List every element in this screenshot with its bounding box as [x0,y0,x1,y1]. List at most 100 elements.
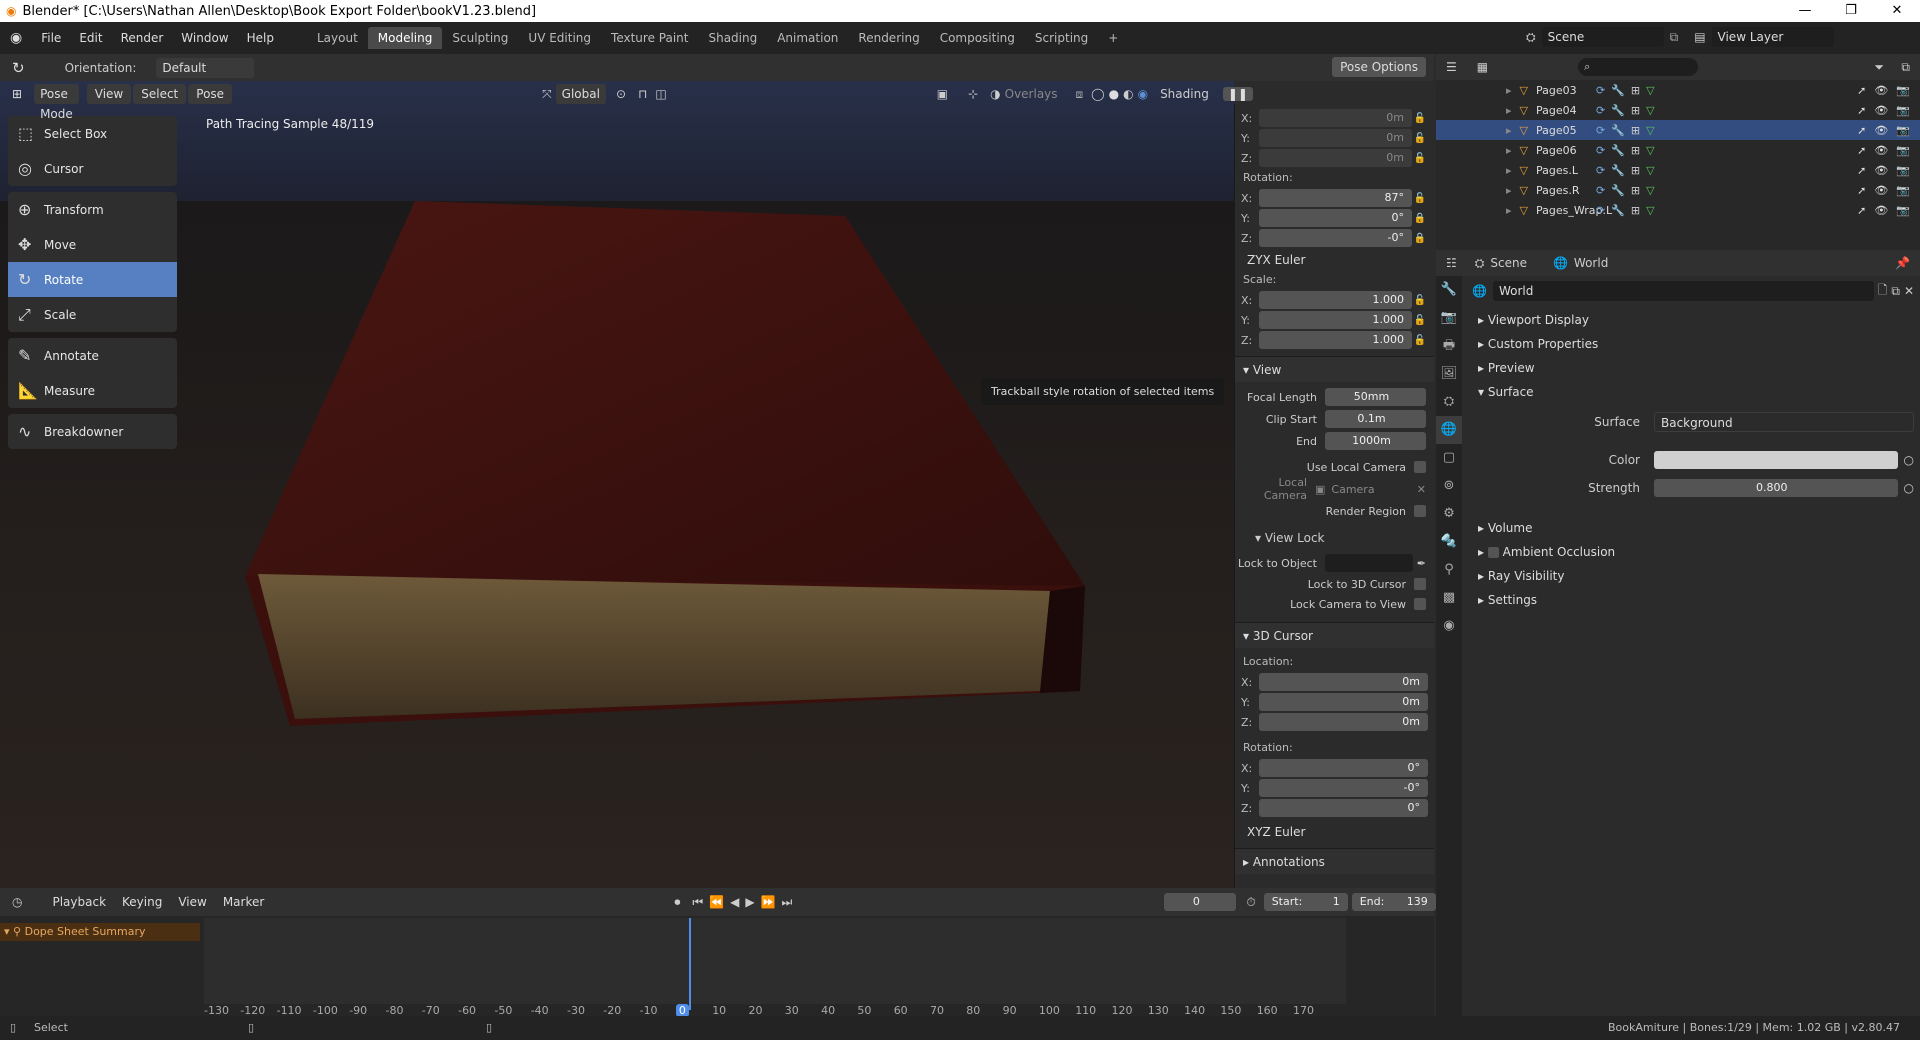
outliner-row[interactable]: ▸ ▽ Page03 ⟳ 🔧 ⊞ ▽ ➚ 👁 📷 [1436,80,1920,100]
ambient-occlusion-section[interactable]: ▸ Ambient Occlusion [1468,540,1914,564]
menu-select[interactable]: Select [133,84,187,104]
cursor-rotation-x[interactable]: 0° [1259,759,1428,777]
dope-sheet-summary-row[interactable]: ▾ ⚲ Dope Sheet Summary [0,923,200,941]
render-tab-icon[interactable]: 📷 [1436,304,1462,332]
cursor-location-y[interactable]: 0m [1259,693,1428,711]
xray-icon[interactable]: ⧈ [1076,87,1084,102]
display-mode-icon[interactable]: ▦ [1477,60,1488,74]
playback-menu[interactable]: Playback [44,892,114,912]
tab-modeling[interactable]: Modeling [367,27,443,49]
scale-x-field[interactable]: 1.000 [1259,291,1412,309]
settings-section[interactable]: ▸ Settings [1468,588,1914,612]
lock-icon[interactable]: 🔓 [1412,295,1428,306]
tool-tab-icon[interactable]: 🔧 [1436,276,1462,304]
blender-menu-icon[interactable]: ◉ [0,30,32,46]
fake-user-icon[interactable]: 🗋 [1878,281,1888,302]
tab-texture-paint[interactable]: Texture Paint [601,27,698,49]
cursor-tool[interactable]: ◎ Cursor [8,151,177,186]
pin-icon[interactable]: 📌 [1895,256,1910,270]
orientation-dropdown[interactable]: Default [156,57,255,78]
tab-compositing[interactable]: Compositing [930,27,1025,49]
viewport-display-section[interactable]: ▸ Viewport Display [1468,308,1914,332]
tab-layout[interactable]: Layout [307,27,368,49]
jump-end-icon[interactable]: ⏭ [782,895,793,910]
render-camera-icon[interactable]: 📷 [1896,164,1910,177]
wireframe-shading-icon[interactable]: ◯ [1091,87,1104,101]
world-tab-icon[interactable]: 🌐 [1436,416,1462,444]
minimize-button[interactable]: — [1782,0,1828,22]
snap-icon[interactable]: ⊓ [638,87,647,101]
location-y-field[interactable]: 0m [1259,129,1412,147]
tab-sculpting[interactable]: Sculpting [442,27,518,49]
outliner-search-input[interactable]: ⌕ [1578,58,1699,76]
transform-orientation-dropdown[interactable]: Global [555,84,606,104]
cursor-rotation-z[interactable]: 0° [1259,799,1428,817]
duplicate-icon[interactable]: ⧉ [1891,284,1900,299]
jump-start-icon[interactable]: ⏮ [692,895,703,910]
current-frame-field[interactable]: 0 [1164,893,1237,911]
ambient-occlusion-checkbox[interactable] [1487,547,1499,558]
select-box-tool[interactable]: ⬚ Select Box [8,116,177,151]
select-icon[interactable]: ➚ [1857,104,1866,117]
pivot-icon[interactable]: ⊙ [616,87,626,101]
select-icon[interactable]: ➚ [1857,164,1866,177]
strength-field[interactable]: 0.800 [1654,479,1898,497]
location-x-field[interactable]: 0m [1259,109,1412,127]
surface-section[interactable]: ▾ Surface [1468,380,1914,404]
pose-options-button[interactable]: Pose Options [1332,57,1426,77]
lock-icon[interactable]: 🔒 [1412,213,1428,224]
menu-file[interactable]: File [32,31,70,45]
output-tab-icon[interactable]: 🖶 [1436,332,1462,360]
select-icon[interactable]: ➚ [1857,204,1866,217]
record-icon[interactable]: ⏺ [674,895,680,910]
new-scene-icon[interactable]: ⧉ [1670,30,1679,45]
lock-icon[interactable]: 🔓 [1412,133,1428,144]
tab-uv-editing[interactable]: UV Editing [518,27,601,49]
clip-start-field[interactable]: 0.1m [1325,410,1426,428]
menu-view[interactable]: View [86,84,132,104]
play-reverse-icon[interactable]: ◀ [730,895,739,909]
world-name-field[interactable]: World [1492,281,1874,301]
rotate-tool[interactable]: ↻ Rotate [8,262,177,297]
menu-window[interactable]: Window [172,31,237,45]
view-lock-header[interactable]: ▾ View Lock [1235,526,1434,550]
scale-tool[interactable]: ⤢ Scale [8,297,177,332]
solid-shading-icon[interactable]: ● [1109,87,1119,101]
clip-end-field[interactable]: 1000m [1325,432,1426,450]
cursor-location-x[interactable]: 0m [1259,673,1428,691]
lock-cursor-checkbox[interactable] [1414,578,1426,590]
view-layer-icon[interactable]: ▤ [1694,30,1705,44]
menu-help[interactable]: Help [238,31,283,45]
cursor-location-z[interactable]: 0m [1259,713,1428,731]
visibility-eye-icon[interactable]: 👁 [1874,204,1888,217]
focal-length-field[interactable]: 50mm [1325,388,1426,406]
outliner-row[interactable]: ▸ ▽ Pages.R ⟳ 🔧 ⊞ ▽ ➚ 👁 📷 [1436,180,1920,200]
select-icon[interactable]: ➚ [1857,144,1866,157]
render-camera-icon[interactable]: 📷 [1896,204,1910,217]
modifier-tab-icon[interactable]: 🔩 [1436,528,1462,556]
visibility-eye-icon[interactable]: 👁 [1874,104,1888,117]
visibility-eye-icon[interactable]: 👁 [1874,84,1888,97]
select-icon[interactable]: ➚ [1857,84,1866,97]
scene-selector[interactable]: Scene [1541,27,1664,47]
tab-rendering[interactable]: Rendering [848,27,929,49]
cursor-rotation-mode-dropdown[interactable]: XYZ Euler [1241,822,1428,842]
socket-icon[interactable]: ○ [1904,481,1914,495]
proportional-icon[interactable]: ◫ [655,87,666,101]
expand-arrow-icon[interactable]: ▸ [1506,184,1512,197]
overlays-label[interactable]: Overlays [1005,87,1058,101]
physics-tab-icon[interactable]: ⚙ [1436,500,1462,528]
new-collection-icon[interactable]: ⧉ [1901,60,1910,75]
visibility-eye-icon[interactable]: 👁 [1874,124,1888,137]
rendered-shading-icon[interactable]: ◉ [1138,87,1148,101]
view-object-types-icon[interactable]: ▣ [937,87,948,101]
texture-tab-icon[interactable]: ▩ [1436,584,1462,612]
rotation-mode-dropdown[interactable]: ZYX Euler [1241,250,1428,270]
scene-icon[interactable]: ⛭ [1526,30,1536,45]
outliner-row[interactable]: ▸ ▽ Pages.L ⟳ 🔧 ⊞ ▽ ➚ 👁 📷 [1436,160,1920,180]
expand-arrow-icon[interactable]: ▸ [1506,124,1512,137]
view-menu[interactable]: View [170,892,214,912]
expand-arrow-icon[interactable]: ▸ [1506,164,1512,177]
breakdowner-tool[interactable]: ∿ Breakdowner [8,414,177,449]
mode-dropdown[interactable]: Pose Mode [34,84,79,121]
